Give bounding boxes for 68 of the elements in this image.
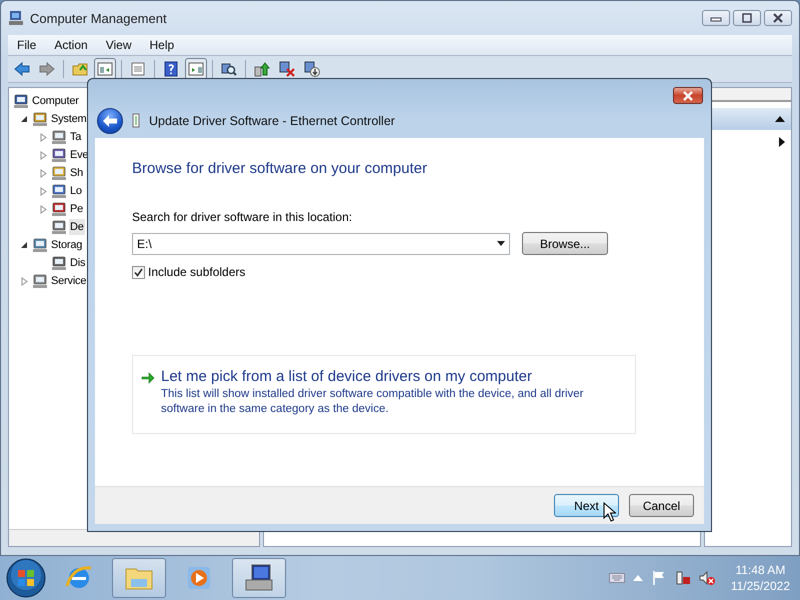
computer-icon <box>8 10 24 26</box>
tree-item[interactable]: Storag <box>50 237 84 253</box>
checkbox-label: Include subfolders <box>148 265 246 279</box>
dropdown-arrow-icon[interactable] <box>497 241 505 246</box>
menu-item[interactable]: File <box>8 38 46 52</box>
collapsed-arrow-icon[interactable] <box>39 168 47 178</box>
expanded-arrow-icon[interactable] <box>20 241 28 249</box>
close-icon <box>682 90 694 100</box>
maximize-button[interactable] <box>733 10 761 26</box>
tree-item[interactable]: Lo <box>69 183 83 199</box>
pane-icon[interactable] <box>188 61 204 77</box>
clock-date: 11/25/2022 <box>730 578 790 594</box>
pane-icon[interactable] <box>97 61 113 77</box>
menu-item[interactable]: View <box>96 38 140 52</box>
collapsed-arrow-icon[interactable] <box>39 150 47 160</box>
folder-icon[interactable] <box>72 61 88 77</box>
pointer-icon <box>603 502 616 522</box>
minimize-button[interactable] <box>702 10 730 26</box>
menu-item[interactable]: Action <box>45 38 97 52</box>
maximize-icon <box>741 13 753 23</box>
back-icon[interactable] <box>14 61 30 77</box>
option-description: This list will show installed driver software compatible with the device, and all driver software in the same category as the device. <box>161 387 584 417</box>
down-arrow-icon[interactable] <box>304 61 320 77</box>
close-button[interactable] <box>764 10 792 26</box>
tree-item[interactable]: De <box>69 219 85 235</box>
back-arrow-icon <box>102 114 118 128</box>
close-button[interactable] <box>673 87 703 104</box>
tree-item[interactable]: Sh <box>69 165 84 181</box>
next-button[interactable]: Next <box>554 494 619 517</box>
device-icon <box>131 113 141 129</box>
forward-icon[interactable] <box>39 61 55 77</box>
page-heading: Browse for driver software on your computer <box>132 160 428 177</box>
tree-item[interactable]: Service <box>50 273 88 289</box>
tree-item[interactable]: Dis <box>69 255 86 271</box>
keyboard-icon[interactable] <box>608 573 625 583</box>
magnifier-icon[interactable] <box>221 61 237 77</box>
network-icon[interactable] <box>674 570 691 586</box>
collapsed-arrow-icon[interactable] <box>39 186 47 196</box>
field-label: Search for driver software in this location: <box>132 210 354 224</box>
cancel-button[interactable]: Cancel <box>629 494 694 517</box>
help-icon[interactable] <box>163 61 179 77</box>
tree-item[interactable]: Ta <box>69 129 82 145</box>
collapse-icon[interactable] <box>775 116 785 122</box>
up-arrow-icon[interactable] <box>254 61 270 77</box>
checkbox[interactable] <box>132 266 145 278</box>
collapsed-arrow-icon[interactable] <box>39 132 47 142</box>
browse-button[interactable]: Browse... <box>522 232 608 255</box>
arrow-icon <box>141 372 155 384</box>
menu-item[interactable]: Help <box>140 38 184 52</box>
dialog-title: Update Driver Software - Ethernet Controller <box>149 114 395 128</box>
option-panel[interactable]: Let me pick from a list of device drivers on my computer This list will show installed driver software compatible with the device, and all driver software in the same category as the device. <box>132 355 636 434</box>
speaker-icon[interactable] <box>698 570 715 586</box>
tree-item[interactable]: System <box>50 111 88 127</box>
start-button[interactable] <box>6 558 46 598</box>
close-icon <box>772 13 784 23</box>
tree-item[interactable]: Computer <box>31 93 80 109</box>
location-combo-box[interactable]: E:\ <box>132 232 510 254</box>
cross-icon[interactable] <box>279 61 295 77</box>
right-arrow-icon[interactable] <box>779 137 785 147</box>
collapsed-arrow-icon[interactable] <box>20 276 28 286</box>
window-title: Computer Management <box>30 10 168 26</box>
option-title[interactable]: Let me pick from a list of device drivers on my computer <box>161 368 621 385</box>
expanded-arrow-icon[interactable] <box>20 115 28 123</box>
list-icon[interactable] <box>130 61 146 77</box>
collapsed-arrow-icon[interactable] <box>39 204 47 214</box>
back-button[interactable] <box>97 108 123 134</box>
tree-item[interactable]: Pe <box>69 201 84 217</box>
clock-time: 11:48 AM <box>736 562 786 578</box>
